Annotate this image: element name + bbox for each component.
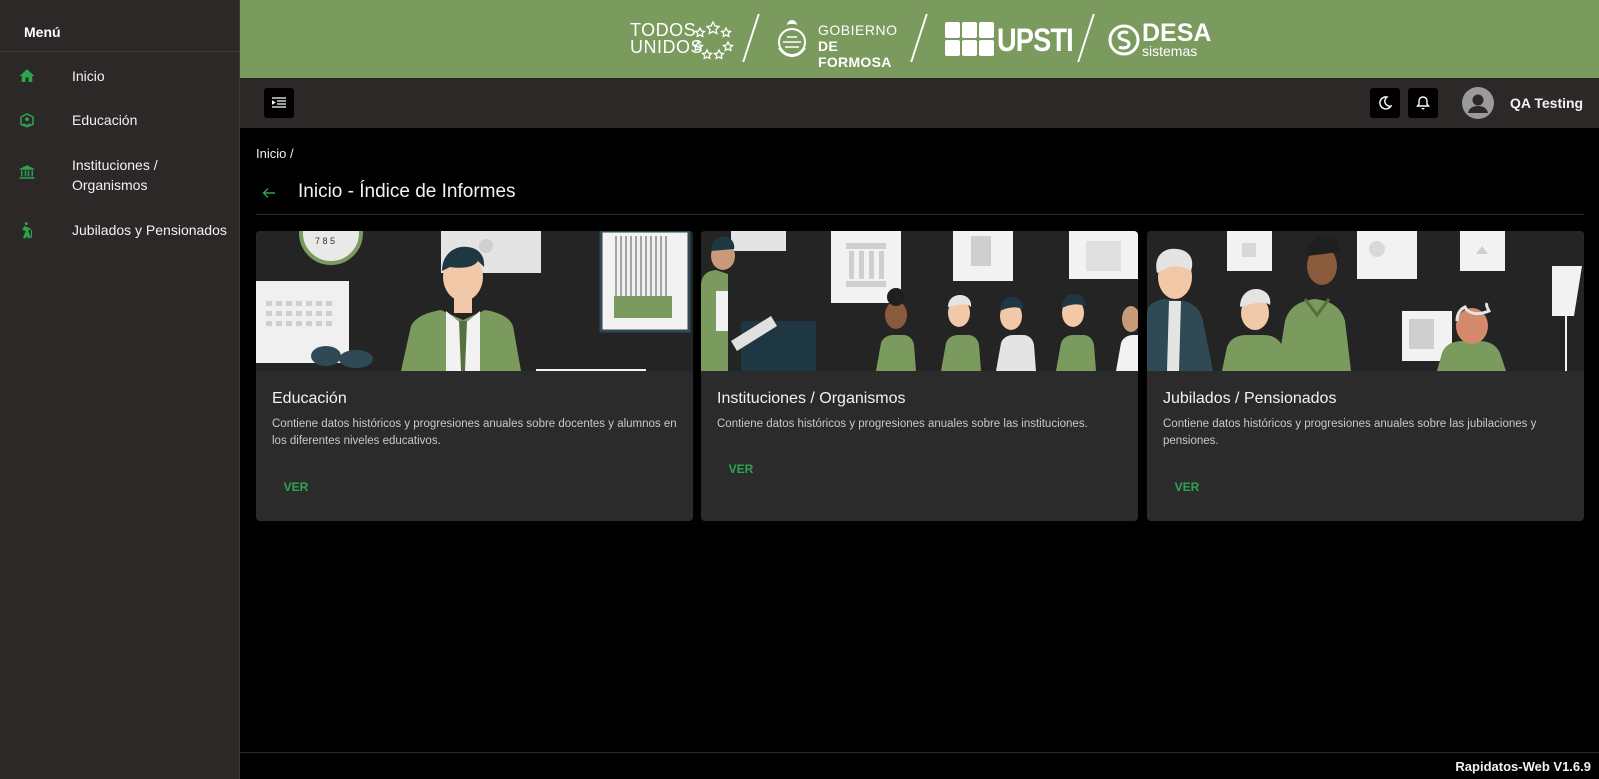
sidebar: Menú Inicio Educación Instituciones / Or… [0,0,240,779]
breadcrumb[interactable]: Inicio / [256,146,294,161]
card-title: Jubilados / Pensionados [1163,390,1337,407]
desa-icon [1108,24,1140,56]
user-name[interactable]: QA Testing [1510,95,1583,111]
todos-unidos-logo: TODOS UNIDOS [630,20,740,60]
card-description: Contiene datos históricos y progresiones… [1163,418,1537,447]
back-arrow-icon[interactable] [261,185,277,201]
sidebar-item-label: Instituciones / Organismos [72,157,158,193]
stars-icon [692,20,734,60]
home-icon [19,69,35,82]
bell-icon [1416,96,1430,110]
logo-text: UPSTI [997,22,1074,58]
footer: Rapidatos-Web V1.6.9 [240,752,1599,779]
elderly-walking-icon [22,222,33,239]
user-avatar[interactable] [1462,87,1494,119]
menu-toggle-button[interactable] [264,88,294,118]
gobierno-formosa-logo: GOBIERNO DE FORMOSA [773,18,913,70]
card-title: Instituciones / Organismos [717,390,906,407]
sidebar-item-instituciones[interactable]: Instituciones / Organismos [0,155,232,195]
list-indent-icon [272,97,286,108]
sidebar-item-jubilados[interactable]: Jubilados y Pensionados [0,220,227,240]
institutions-illustration [701,231,1138,371]
page-title: Inicio - Índice de Informes [298,181,516,202]
upsti-logo: UPSTI [945,22,1074,58]
retirees-illustration [1147,231,1584,371]
card-instituciones: Instituciones / Organismos Contiene dato… [701,231,1138,521]
squares-icon [945,22,994,56]
card-description: Contiene datos históricos y progresiones… [272,418,677,447]
logo-text: sistemas [1142,43,1198,59]
app-version: Rapidatos-Web V1.6.9 [1455,759,1591,774]
sidebar-item-label: Jubilados y Pensionados [72,222,227,238]
sidebar-item-label: Inicio [72,68,105,84]
card-jubilados: Jubilados / Pensionados Contiene datos h… [1147,231,1584,521]
coat-of-arms-icon [778,20,806,58]
header-banner: TODOS UNIDOS GOBIERNO DE FORMOSA UPSTI D… [240,0,1599,78]
sidebar-item-inicio[interactable]: Inicio [0,66,105,86]
divider [742,14,760,62]
desa-sistemas-logo: DESA sistemas [1108,20,1218,60]
page-header: Inicio - Índice de Informes [256,180,1584,215]
card-title: Educación [272,390,347,407]
ver-jubilados-button[interactable]: VER [1163,471,1211,503]
sidebar-title: Menú [0,0,239,52]
education-illustration: 7 8 5 [256,231,693,371]
user-icon [1468,94,1488,113]
divider [1077,14,1095,62]
sidebar-item-educacion[interactable]: Educación [0,110,137,130]
institution-icon [19,165,35,179]
education-icon [20,113,34,128]
app-root: Menú Inicio Educación Instituciones / Or… [0,0,1599,779]
moon-icon [1379,96,1392,110]
ver-educacion-button[interactable]: VER [272,471,320,503]
logo-text: DE FORMOSA [818,38,892,70]
card-educacion: 7 8 5 Educación Contiene datos histórico… [256,231,693,521]
sidebar-item-label: Educación [72,112,138,128]
ver-instituciones-button[interactable]: VER [717,453,765,485]
card-description: Contiene datos históricos y progresiones… [717,418,1088,430]
notifications-button[interactable] [1408,88,1438,118]
dark-mode-button[interactable] [1370,88,1400,118]
logo-text: GOBIERNO [818,22,898,38]
topbar: QA Testing [240,78,1599,128]
svg-text:7 8 5: 7 8 5 [315,236,335,246]
